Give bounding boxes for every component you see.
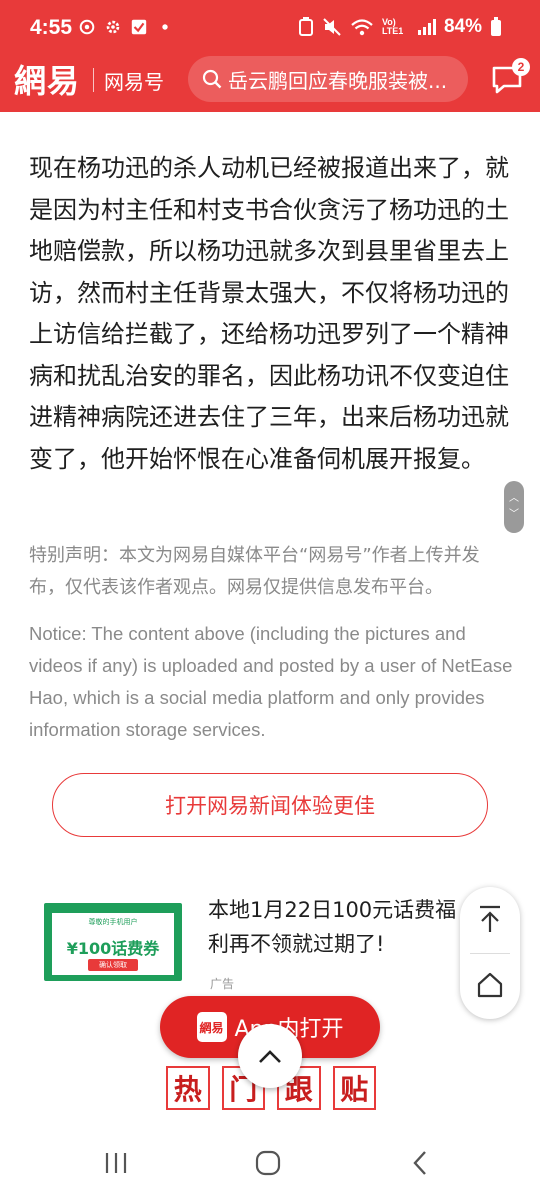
status-time: 4:55 [30,16,73,39]
open-netease-news-button[interactable]: 打开网易新闻体验更佳 [52,773,488,837]
hot-char: 热 [166,1066,210,1110]
ad-image[interactable]: 尊敬的手机用户 ¥100话费券 确认领取 [44,903,182,981]
ad-coupon-card: 尊敬的手机用户 ¥100话费券 确认领取 [52,913,174,975]
ad-coupon-greeting: 尊敬的手机用户 [88,918,138,926]
dot-icon [162,24,168,30]
app-header: 網易 网易号 岳云鹏回应春晚服装被... 2 [0,48,540,112]
channel-title[interactable]: 网易号 [104,66,164,95]
home-button[interactable] [470,965,510,1005]
home-icon [477,972,503,998]
checkbox-icon [131,19,147,35]
ad-title[interactable]: 本地1月22日100元话费福利再不领就过期了! [208,893,470,961]
scroll-down-icon: ﹀ [509,509,519,520]
back-nav-icon [413,1151,426,1175]
home-nav-button[interactable] [248,1148,288,1178]
scroll-up-icon: ︿ [509,493,519,504]
status-notification-icons [78,18,174,36]
scroll-handle[interactable]: ︿ ﹀ [504,481,524,533]
floating-side-panel [460,887,520,1019]
ad-coupon-value: ¥100话费券 [66,939,160,958]
chevron-up-icon [259,1050,281,1063]
message-button[interactable]: 2 [490,58,530,98]
ad-label: 广告 [210,977,235,991]
system-nav-bar [0,1130,540,1200]
collapse-button[interactable] [238,1024,302,1088]
search-text: 岳云鹏回应春晚服装被... [228,68,448,93]
float-separator [470,953,510,954]
recent-apps-button[interactable] [96,1148,136,1178]
back-to-top-button[interactable] [470,899,510,939]
settings-gear-icon [106,20,120,34]
netease-logo[interactable]: 網易 [14,56,80,102]
article-body: 现在杨功迅的杀人动机已经被报道出来了，就是因为村主任和村支书合伙贪污了杨功迅的土… [29,154,509,473]
wifi-icon [351,19,373,36]
home-nav-icon [255,1150,281,1176]
search-icon [202,69,222,89]
battery-percent: 84% [443,16,482,37]
hot-char: 贴 [332,1066,376,1110]
header-divider [93,68,94,92]
status-bar: 4:55 Vo) LTE1 84% [0,0,540,48]
search-box[interactable]: 岳云鹏回应春晚服装被... [188,56,468,102]
signal-icon [417,19,436,35]
disclaimer-cn: 特别声明：本文为网易自媒体平台“网易号”作者上传并发布，仅代表该作者观点。网易仅… [29,545,480,598]
battery-saver-icon [298,17,313,36]
status-right: Vo) LTE1 84% [298,16,502,38]
recent-apps-icon [105,1153,127,1173]
network-label: Vo) LTE1 [381,17,404,36]
netease-mini-logo: 網易 [196,1012,227,1042]
notice-en: Notice: The content above (including the… [29,623,513,740]
message-badge: 2 [512,58,530,76]
sync-icon [79,19,95,35]
ad-coupon-button: 确认领取 [88,959,138,971]
mute-icon [323,18,341,36]
back-nav-button[interactable] [400,1148,440,1178]
battery-icon [491,17,501,36]
back-to-top-icon [480,905,500,932]
